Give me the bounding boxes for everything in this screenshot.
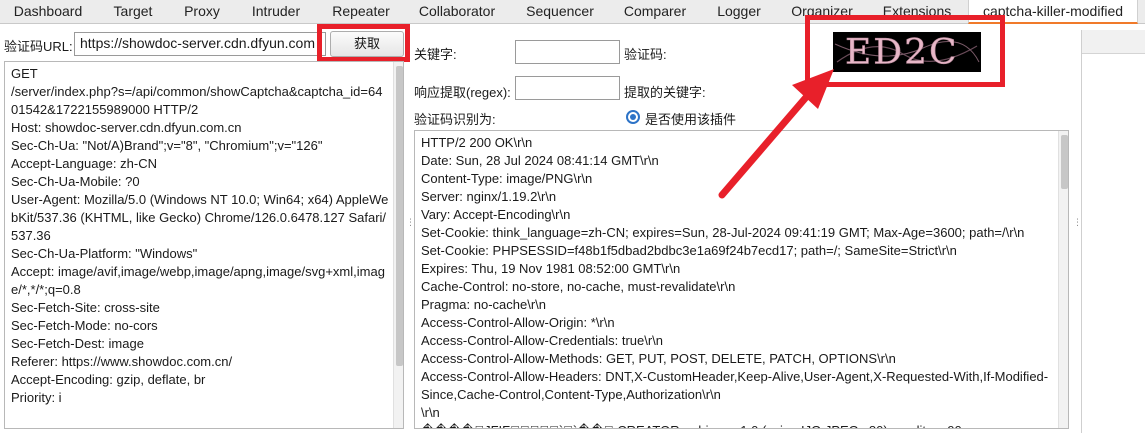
tab-proxy[interactable]: Proxy xyxy=(170,0,234,24)
tab-sequencer[interactable]: Sequencer xyxy=(510,0,610,24)
request-line: Sec-Fetch-Site: cross-site xyxy=(11,300,160,315)
request-scroll-thumb[interactable] xyxy=(396,66,403,366)
top-tab-bar: Dashboard Target Proxy Intruder Repeater… xyxy=(0,0,1145,24)
request-line: Host: showdoc-server.cdn.dfyun.com.cn xyxy=(11,120,242,135)
keyword-input[interactable] xyxy=(515,40,620,64)
red-arrow-icon xyxy=(718,69,834,199)
right-panel-header xyxy=(1082,30,1145,54)
request-line: Accept-Language: zh-CN xyxy=(11,156,157,171)
response-line: Access-Control-Allow-Methods: GET, PUT, … xyxy=(421,351,896,366)
fetch-button[interactable]: 获取 xyxy=(330,31,404,57)
captcha-text: ED2C xyxy=(845,32,959,72)
response-line: Access-Control-Allow-Credentials: true\r… xyxy=(421,333,664,348)
request-scrollbar[interactable] xyxy=(393,62,403,428)
right-split-handle[interactable]: ⋮ xyxy=(1073,218,1082,227)
regex-label: 响应提取(regex): xyxy=(414,85,511,100)
tab-logger[interactable]: Logger xyxy=(700,0,778,24)
request-line: Sec-Ch-Ua-Platform: "Windows" xyxy=(11,246,198,261)
extracted-keyword-label: 提取的关键字: xyxy=(624,85,706,100)
keyword-label: 关键字: xyxy=(414,47,457,62)
request-line: Accept-Encoding: gzip, deflate, br xyxy=(11,372,206,387)
response-line: \r\n xyxy=(421,405,440,420)
regex-input[interactable] xyxy=(515,76,620,100)
right-side-panel xyxy=(1081,30,1145,433)
tab-collaborator[interactable]: Collaborator xyxy=(404,0,510,24)
request-textarea[interactable]: GET/server/index.php?s=/api/common/showC… xyxy=(4,61,404,429)
tab-dashboard[interactable]: Dashboard xyxy=(0,0,96,24)
response-line: Access-Control-Allow-Origin: *\r\n xyxy=(421,315,615,330)
radio-selected-icon[interactable] xyxy=(626,110,640,124)
response-line: Expires: Thu, 19 Nov 1981 08:52:00 GMT\r… xyxy=(421,261,681,276)
response-line: Cache-Control: no-store, no-cache, must-… xyxy=(421,279,736,294)
response-line: Pragma: no-cache\r\n xyxy=(421,297,547,312)
request-line: Sec-Ch-Ua-Mobile: ?0 xyxy=(11,174,140,189)
response-line: ���� JFIF   ` `�� ;CREATOR: gd-jpeg v1… xyxy=(421,422,1051,428)
tab-extensions[interactable]: Extensions xyxy=(866,0,968,24)
recognized-label: 验证码识别为: xyxy=(414,112,496,127)
request-line: Sec-Fetch-Dest: image xyxy=(11,336,144,351)
response-scrollbar[interactable] xyxy=(1058,131,1068,428)
response-line: Set-Cookie: PHPSESSID=f48b1f5dbad2bdbc3e… xyxy=(421,243,957,258)
tab-comparer[interactable]: Comparer xyxy=(610,0,700,24)
left-split-handle[interactable]: ⋮ xyxy=(406,218,415,227)
response-line: Access-Control-Allow-Headers: DNT,X-Cust… xyxy=(421,369,1049,402)
request-line: /server/index.php?s=/api/common/showCapt… xyxy=(11,84,383,117)
tab-target[interactable]: Target xyxy=(96,0,170,24)
response-scroll-thumb[interactable] xyxy=(1061,135,1068,189)
tab-repeater[interactable]: Repeater xyxy=(318,0,404,24)
tab-intruder[interactable]: Intruder xyxy=(234,0,318,24)
tab-organizer[interactable]: Organizer xyxy=(778,0,866,24)
request-line: GET xyxy=(11,66,38,81)
tab-captcha-killer-modified[interactable]: captcha-killer-modified xyxy=(968,0,1138,24)
request-line: Referer: https://www.showdoc.com.cn/ xyxy=(11,354,233,369)
response-line: Set-Cookie: think_language=zh-CN; expire… xyxy=(421,225,1025,240)
captcha-url-input[interactable]: https://showdoc-server.cdn.dfyun.com xyxy=(74,32,326,56)
request-line: Sec-Fetch-Mode: no-cors xyxy=(11,318,158,333)
request-line: Accept: image/avif,image/webp,image/apng… xyxy=(11,264,385,297)
request-line: Priority: i xyxy=(11,390,62,405)
request-line: User-Agent: Mozilla/5.0 (Windows NT 10.0… xyxy=(11,192,389,243)
request-line: Sec-Ch-Ua: "Not/A)Brand";v="8", "Chromiu… xyxy=(11,138,323,153)
captcha-label: 验证码: xyxy=(624,47,667,62)
url-label: 验证码URL: xyxy=(4,39,73,54)
